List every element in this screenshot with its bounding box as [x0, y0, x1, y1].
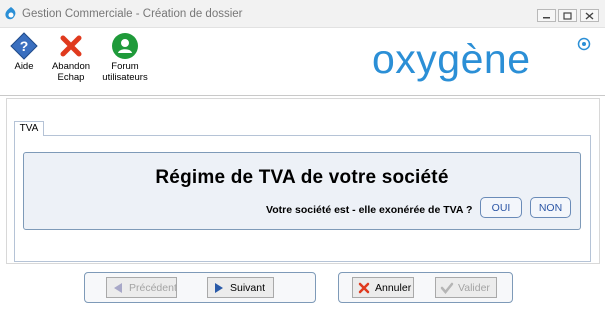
forum-icon: [112, 33, 138, 59]
precedent-label: Précédent: [129, 281, 177, 294]
oui-button[interactable]: OUI: [480, 197, 522, 218]
maximize-button[interactable]: [558, 9, 577, 22]
svg-text:?: ?: [20, 38, 29, 54]
valider-label: Valider: [458, 281, 490, 294]
tab-tva[interactable]: TVA: [14, 121, 44, 136]
suivant-label: Suivant: [230, 281, 266, 294]
svg-text:oxygène: oxygène: [372, 36, 531, 82]
aide-button[interactable]: ? Aide: [0, 32, 50, 72]
suivant-button[interactable]: Suivant: [207, 277, 274, 298]
action-group: Annuler Valider: [338, 272, 513, 303]
page-heading: Régime de TVA de votre société: [155, 167, 449, 188]
forum-button[interactable]: Forum utilisateurs: [99, 32, 151, 83]
oxygene-logo: oxygène: [372, 36, 591, 82]
annuler-button[interactable]: Annuler: [352, 277, 414, 298]
cancel-x-icon: [358, 282, 370, 294]
arrow-right-icon: [215, 283, 223, 293]
help-icon: ?: [10, 32, 38, 60]
question-box: Régime de TVA de votre société Votre soc…: [23, 152, 581, 230]
question-text: Votre société est - elle exonérée de TVA…: [266, 204, 473, 216]
abandon-button[interactable]: Abandon Echap: [45, 32, 97, 83]
precedent-button[interactable]: Précédent: [106, 277, 177, 298]
non-button[interactable]: NON: [530, 197, 571, 218]
forum-label: Forum utilisateurs: [102, 61, 148, 83]
checkmark-icon: [440, 282, 454, 294]
aide-label: Aide: [14, 61, 34, 72]
cancel-x-icon: [60, 35, 82, 57]
arrow-left-icon: [114, 283, 122, 293]
annuler-label: Annuler: [375, 281, 412, 294]
app-icon: [5, 7, 16, 20]
maximize-icon: [563, 11, 572, 20]
abandon-label: Abandon Echap: [51, 61, 91, 83]
navigation-group: Précédent Suivant: [84, 272, 316, 303]
minimize-icon: [543, 17, 550, 19]
toolbar-separator: [0, 95, 605, 96]
close-icon: [585, 11, 594, 20]
title-bar: Gestion Commerciale - Création de dossie…: [0, 0, 605, 28]
valider-button[interactable]: Valider: [435, 277, 497, 298]
minimize-button[interactable]: [537, 9, 556, 22]
window-title: Gestion Commerciale - Création de dossie…: [22, 8, 243, 20]
close-button[interactable]: [580, 9, 599, 22]
